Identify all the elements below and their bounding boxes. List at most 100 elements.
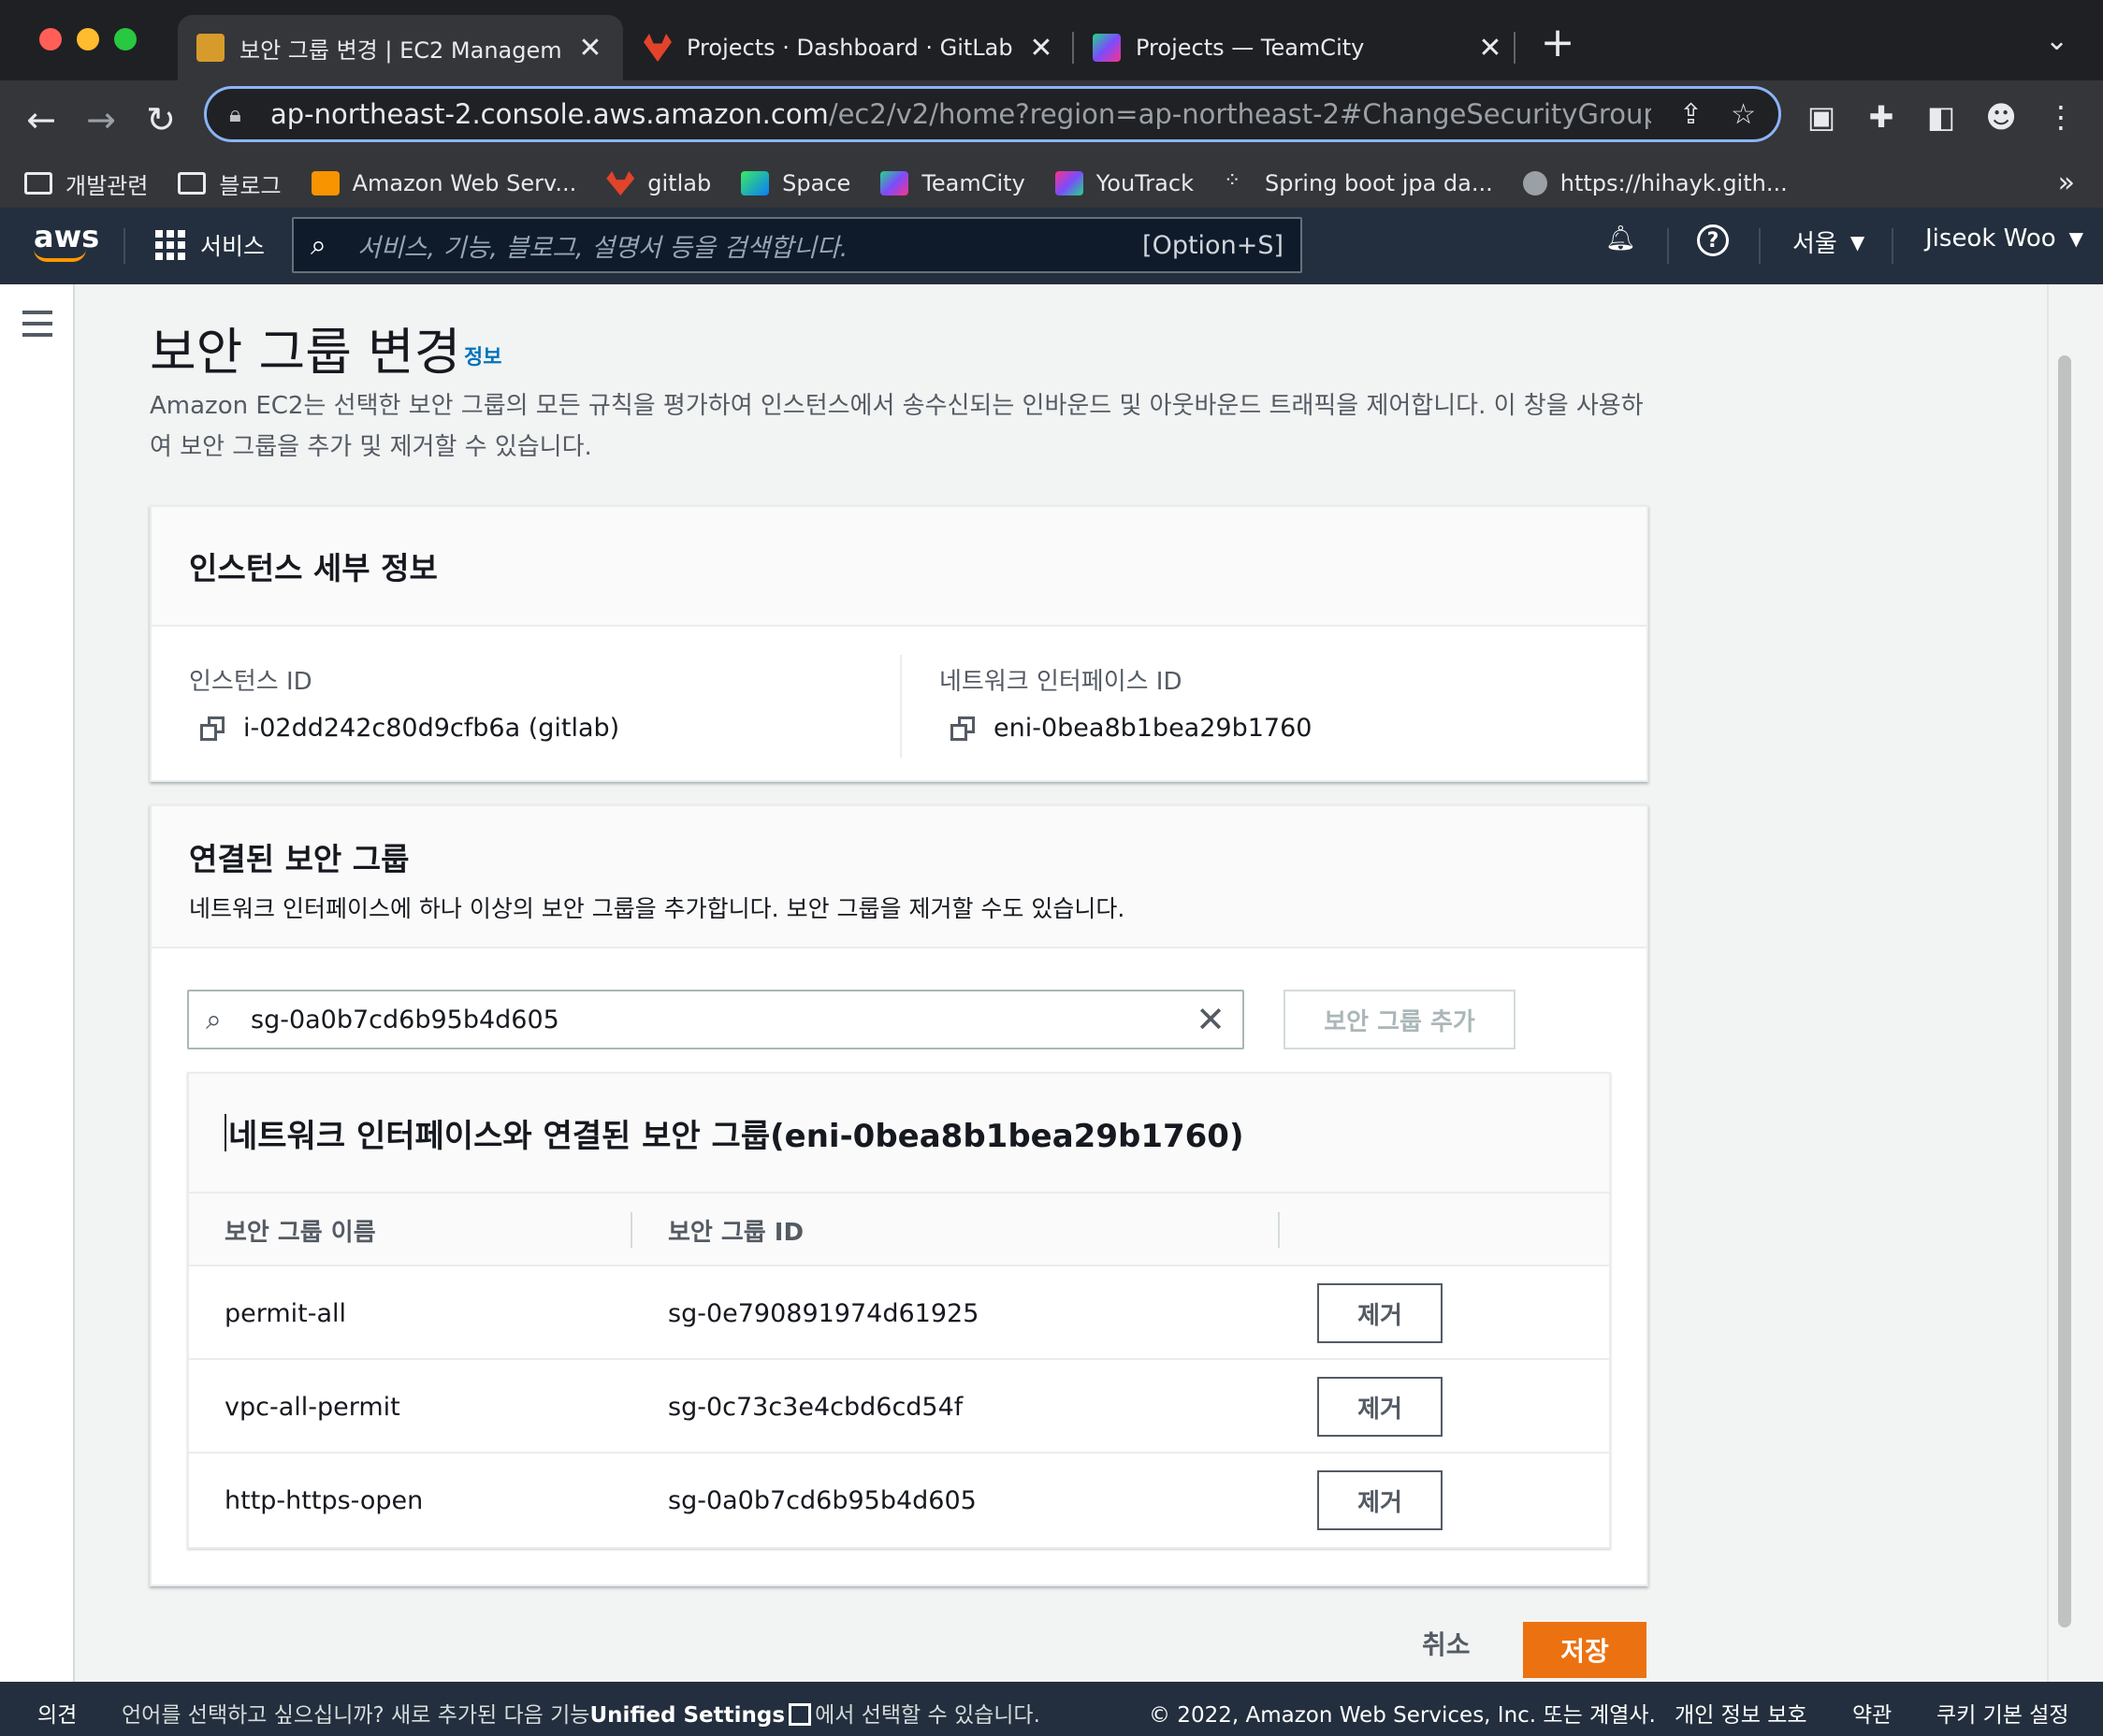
- column-separator: [631, 1212, 632, 1248]
- info-link[interactable]: 정보: [464, 340, 501, 370]
- copy-icon[interactable]: [200, 716, 225, 741]
- bookmark-item[interactable]: YouTrack: [1054, 170, 1194, 196]
- bookmark-item[interactable]: https://hihayk.gith...: [1522, 170, 1788, 196]
- region-selector[interactable]: 서울 ▼: [1792, 224, 1864, 259]
- bookmark-item[interactable]: ⁘ Spring boot jpa da...: [1224, 170, 1493, 196]
- copy-icon[interactable]: [950, 716, 975, 741]
- puzzle-extensions-icon[interactable]: ✚: [1858, 94, 1905, 140]
- address-bar[interactable]: 🔒︎ ap-northeast-2.console.aws.amazon.com…: [204, 86, 1781, 142]
- lock-icon: 🔒︎: [229, 101, 241, 127]
- share-icon[interactable]: ⇪: [1679, 98, 1703, 131]
- cookie-preferences-link[interactable]: 쿠키 기본 설정: [1936, 1697, 2069, 1729]
- eni-id-value: eni-0bea8b1bea29b1760: [993, 714, 1313, 743]
- bookmark-item[interactable]: Amazon Web Serv...: [311, 170, 576, 196]
- privacy-link[interactable]: 개인 정보 보호: [1675, 1697, 1807, 1729]
- help-icon[interactable]: ?: [1697, 224, 1729, 256]
- close-icon[interactable]: ✕: [1476, 32, 1504, 65]
- avatar[interactable]: ☻: [1978, 94, 2024, 140]
- security-group-id: sg-0a0b7cd6b95b4d605: [668, 1485, 977, 1515]
- panel-header: 인스턴스 세부 정보: [152, 507, 1646, 627]
- side-navigation: [0, 284, 75, 1682]
- aws-logo[interactable]: aws: [34, 221, 99, 268]
- table-row: http-https-open sg-0a0b7cd6b95b4d605 제거: [189, 1454, 1609, 1547]
- bookmark-star-icon[interactable]: ☆: [1731, 98, 1756, 131]
- kebab-menu-icon[interactable]: ⋮: [2038, 94, 2084, 140]
- zoom-window-button[interactable]: [114, 28, 137, 51]
- tab-ec2[interactable]: 보안 그룹 변경 | EC2 Management ✕: [178, 15, 623, 80]
- feedback-link[interactable]: 의견: [37, 1697, 77, 1729]
- security-group-name: permit-all: [225, 1298, 347, 1328]
- aws-cube-icon: [311, 171, 340, 195]
- caret-down-icon: ▼: [2068, 227, 2084, 250]
- bookmark-item[interactable]: 개발관련: [24, 167, 148, 200]
- cancel-button[interactable]: 취소: [1422, 1625, 1471, 1662]
- side-panel-icon[interactable]: ◧: [1918, 94, 1965, 140]
- instance-id-field: 인스턴스 ID i-02dd242c80d9cfb6a (gitlab): [189, 668, 620, 743]
- remove-button[interactable]: 제거: [1317, 1283, 1443, 1343]
- youtrack-icon: [1054, 171, 1083, 195]
- unified-settings-link[interactable]: Unified Settings: [589, 1703, 785, 1728]
- tab-search-chevron-icon[interactable]: ⌄: [2045, 24, 2068, 57]
- bookmark-item[interactable]: Space: [741, 170, 850, 196]
- browser-tab-bar: 보안 그룹 변경 | EC2 Management ✕ Projects · D…: [0, 0, 2103, 80]
- language-notice: 언어를 선택하고 싶으십니까? 새로 추가된 다음 기능Unified Sett…: [122, 1703, 1040, 1728]
- page-title: 보안 그룹 변경: [150, 323, 461, 382]
- eni-id-field: 네트워크 인터페이스 ID eni-0bea8b1bea29b1760: [939, 668, 1313, 743]
- aws-cube-icon: [196, 34, 225, 62]
- close-window-button[interactable]: [39, 28, 62, 51]
- bookmark-item[interactable]: gitlab: [606, 170, 711, 196]
- terms-link[interactable]: 약관: [1852, 1697, 1892, 1729]
- minimize-window-button[interactable]: [77, 28, 99, 51]
- reload-icon[interactable]: ↻: [135, 94, 187, 146]
- folder-icon: [178, 172, 207, 195]
- forward-arrow-icon[interactable]: →: [75, 94, 127, 146]
- security-group-name: http-https-open: [225, 1485, 424, 1515]
- tab-title: Projects — TeamCity: [1136, 35, 1365, 61]
- cast-extension-icon[interactable]: ▣: [1798, 94, 1845, 140]
- address-url[interactable]: ap-northeast-2.console.aws.amazon.com/ec…: [270, 98, 1651, 130]
- panel-header: 연결된 보안 그룹 네트워크 인터페이스에 하나 이상의 보안 그룹을 추가합니…: [152, 806, 1646, 948]
- notifications-bell-icon[interactable]: 🔔︎: [1605, 224, 1636, 253]
- teamcity-icon: [1093, 34, 1121, 62]
- tab-separator: [1514, 32, 1516, 64]
- table-header-row: 보안 그룹 이름 보안 그룹 ID: [189, 1194, 1609, 1266]
- account-menu[interactable]: Jiseok Woo ▼: [1925, 224, 2083, 253]
- hamburger-menu-icon[interactable]: [22, 311, 52, 344]
- new-tab-button[interactable]: +: [1534, 19, 1581, 66]
- grid-menu-icon: [155, 230, 185, 260]
- remove-button[interactable]: 제거: [1317, 1470, 1443, 1530]
- bookmark-item[interactable]: TeamCity: [880, 170, 1025, 196]
- services-menu-button[interactable]: 서비스: [155, 228, 265, 262]
- search-icon: ⌕: [206, 1003, 222, 1036]
- bookmarks-overflow-button[interactable]: »: [2058, 166, 2075, 199]
- tab-teamcity[interactable]: Projects — TeamCity ✕: [1074, 15, 1523, 80]
- close-icon[interactable]: ✕: [1027, 32, 1055, 65]
- remove-button[interactable]: 제거: [1317, 1377, 1443, 1437]
- tab-title: Projects · Dashboard · GitLab: [687, 35, 1013, 61]
- column-header-name: 보안 그룹 이름: [225, 1218, 376, 1247]
- security-group-search-input[interactable]: ⌕ sg-0a0b7cd6b95b4d605 ✕: [187, 990, 1244, 1049]
- clear-icon[interactable]: ✕: [1196, 999, 1226, 1040]
- scrollbar-thumb[interactable]: [2058, 355, 2071, 1628]
- header-divider: [1892, 228, 1893, 264]
- table-row: vpc-all-permit sg-0c73c3e4cbd6cd54f 제거: [189, 1360, 1609, 1454]
- back-arrow-icon[interactable]: ←: [15, 94, 67, 146]
- table-title: 네트워크 인터페이스와 연결된 보안 그룹(eni-0bea8b1bea29b1…: [189, 1074, 1609, 1194]
- copyright: © 2022, Amazon Web Services, Inc. 또는 계열사…: [1149, 1703, 1656, 1728]
- page-scrollbar[interactable]: [2047, 284, 2103, 1682]
- space-icon: [741, 171, 770, 195]
- security-group-name: vpc-all-permit: [225, 1392, 400, 1422]
- security-group-id: sg-0e790891974d61925: [668, 1298, 979, 1328]
- tab-gitlab[interactable]: Projects · Dashboard · GitLab ✕: [625, 15, 1074, 80]
- instance-id-value: i-02dd242c80d9cfb6a (gitlab): [243, 714, 620, 743]
- bookmarks-bar: 개발관련 블로그 Amazon Web Serv... gitlab Space…: [0, 153, 2103, 213]
- teamcity-icon: [880, 171, 909, 195]
- close-icon[interactable]: ✕: [576, 32, 604, 65]
- save-button[interactable]: 저장: [1523, 1622, 1646, 1678]
- aws-search-input[interactable]: ⌕ 서비스, 기능, 블로그, 설명서 등을 검색합니다. [Option+S]: [292, 217, 1302, 273]
- header-divider: [1667, 228, 1669, 264]
- browser-toolbar: ← → ↻ 🔒︎ ap-northeast-2.console.aws.amaz…: [0, 80, 2103, 223]
- text-cursor: [225, 1114, 226, 1151]
- add-security-group-button[interactable]: 보안 그룹 추가: [1284, 990, 1516, 1049]
- bookmark-item[interactable]: 블로그: [178, 167, 282, 200]
